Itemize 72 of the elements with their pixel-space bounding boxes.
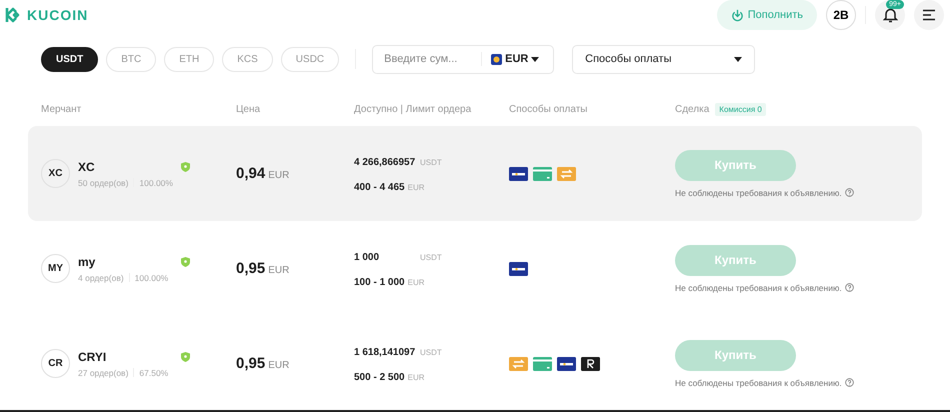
completion-rate: 100.00% <box>139 178 173 188</box>
column-header: Способы оплаты <box>509 104 588 114</box>
limit-currency: EUR <box>408 183 424 192</box>
merchant-avatar: CR <box>41 349 70 378</box>
menu-icon <box>922 9 936 21</box>
available-currency: USDT <box>420 253 442 262</box>
shield-icon <box>181 352 190 362</box>
help-icon <box>844 378 854 387</box>
requirement-note: Не соблюдены требования к объявлению. <box>675 378 842 388</box>
limit-currency: EUR <box>408 373 424 382</box>
column-header: Мерчант <box>40 104 82 114</box>
requirement-note: Не соблюдены требования к объявлению. <box>675 282 842 292</box>
logo-text: KUCOIN <box>27 7 88 23</box>
menu-button[interactable] <box>914 0 944 30</box>
coin-tab[interactable]: USDC <box>280 46 340 72</box>
fee-badge: Комиссия 0 <box>715 102 766 116</box>
sepa-icon <box>509 166 528 180</box>
price-currency: EUR <box>268 360 290 370</box>
transfer-icon <box>509 356 528 370</box>
caret-icon <box>734 56 742 62</box>
user-avatar[interactable]: 2B <box>826 0 856 30</box>
limit-currency: EUR <box>408 278 424 287</box>
caret-icon <box>531 56 540 62</box>
sepa-icon <box>509 262 528 276</box>
card-icon <box>533 166 552 180</box>
bell-icon <box>882 7 898 23</box>
order-limit: 500 - 2 500 <box>354 372 405 383</box>
help-icon <box>844 283 854 292</box>
revolut-icon <box>581 356 600 370</box>
order-count: 4 ордер(ов) <box>78 272 124 282</box>
coin-tab[interactable]: USDT <box>41 46 98 72</box>
column-header: Цена <box>236 104 262 114</box>
shield-icon <box>181 256 190 266</box>
coin-tab[interactable]: KCS <box>222 46 273 72</box>
completion-rate: 100.00% <box>134 272 168 282</box>
sepa-icon <box>557 356 576 370</box>
available-amount: 4 266,866957 <box>354 157 416 168</box>
order-limit: 400 - 4 465 <box>354 182 405 193</box>
price: 0,95 <box>236 354 266 372</box>
available-amount: 1 000 <box>354 252 380 263</box>
deposit-button[interactable]: Пополнить <box>716 0 817 30</box>
card-icon <box>533 356 552 370</box>
merchant-name[interactable]: CRYI <box>78 350 106 364</box>
coin-tab[interactable]: ETH <box>164 46 214 72</box>
merchant-name[interactable]: my <box>78 254 96 268</box>
completion-rate: 67.50% <box>139 368 168 378</box>
download-icon <box>730 8 744 22</box>
available-currency: USDT <box>420 348 442 357</box>
merchant-avatar: MY <box>41 254 70 283</box>
order-count: 50 ордер(ов) <box>78 178 128 188</box>
coin-tab[interactable]: BTC <box>106 46 156 72</box>
column-header: Доступно | Лимит ордера <box>354 104 472 114</box>
price: 0,95 <box>236 260 266 276</box>
order-count: 27 ордер(ов) <box>78 368 128 378</box>
shield-icon <box>181 162 190 172</box>
amount-field[interactable]: Введите сум... EUR <box>372 44 554 74</box>
payment-method-dropdown[interactable]: Способы оплаты <box>572 44 756 74</box>
requirement-note: Не соблюдены требования к объявлению. <box>675 188 842 198</box>
order-limit: 100 - 1 000 <box>354 277 405 288</box>
price: 0,94 <box>236 164 266 182</box>
available-currency: USDT <box>420 158 442 167</box>
help-icon <box>844 188 854 197</box>
price-currency: EUR <box>268 264 290 276</box>
merchant-name[interactable]: XC <box>78 160 95 174</box>
transfer-icon <box>557 166 576 180</box>
merchant-avatar: XC <box>41 159 70 188</box>
euro-coin-icon <box>491 54 502 64</box>
currency-label: EUR <box>505 53 528 65</box>
amount-input[interactable]: Введите сум... <box>382 52 482 66</box>
price-currency: EUR <box>268 170 290 180</box>
column-header: Сделка <box>675 104 710 114</box>
available-amount: 1 618,141097 <box>354 347 416 358</box>
